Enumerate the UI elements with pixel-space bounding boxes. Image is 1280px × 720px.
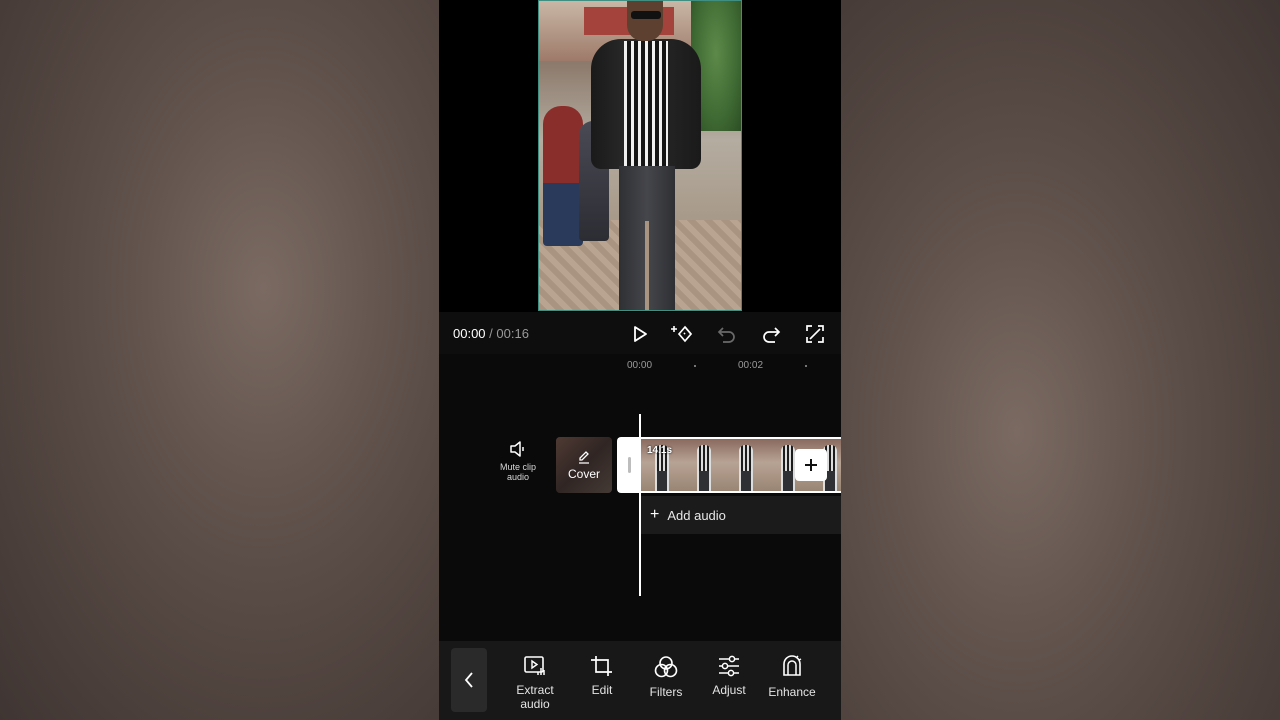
tool-edit[interactable]: Edit (567, 655, 637, 697)
clip-frame (683, 439, 725, 491)
filters-icon (654, 656, 678, 678)
ruler-tick-label: 00:02 (738, 360, 764, 371)
mute-clip-audio-label: Mute clip audio (499, 462, 536, 482)
tool-label: Filters (649, 685, 683, 699)
cover-button[interactable]: Cover (556, 437, 612, 493)
tool-label: Adjust (712, 683, 746, 697)
keyframe-button[interactable] (669, 320, 697, 348)
video-preview-area (439, 0, 841, 312)
chevron-left-icon (464, 672, 473, 688)
mute-clip-audio-button[interactable]: Mute clip audio (493, 440, 543, 482)
extract-audio-icon (524, 656, 545, 675)
redo-button[interactable] (757, 320, 785, 348)
tool-label: Extract audio (516, 683, 554, 711)
ruler-dot (805, 365, 807, 367)
current-time: 00:00 (453, 326, 486, 341)
total-time: 00:16 (496, 326, 529, 341)
timeline[interactable]: 00:00 00:02 Mute clip audio Cover 14.1s (439, 354, 841, 642)
plus-icon (805, 459, 817, 471)
time-display: 00:00 / 00:16 (453, 326, 529, 341)
keyframe-icon (671, 325, 693, 343)
time-separator: / (489, 326, 493, 341)
tool-label: Edit (591, 683, 613, 697)
ruler-tick-label: 00:00 (627, 360, 653, 371)
crop-icon (591, 656, 612, 676)
clip-duration: 14.1s (647, 445, 673, 456)
background-blur-right (841, 0, 1280, 720)
tool-enhance[interactable]: Enhance (757, 655, 827, 699)
enhance-icon (783, 655, 802, 676)
tool-extract-audio[interactable]: Extract audio (500, 655, 570, 711)
undo-button[interactable] (713, 320, 741, 348)
background-blur-left (0, 0, 439, 720)
add-clip-button[interactable] (795, 449, 827, 481)
phone-screen: 00:00 / 00:16 00:00 00:02 Mute clip audi… (439, 0, 841, 720)
video-preview[interactable] (538, 0, 742, 311)
plus-icon: + (650, 506, 660, 523)
play-icon (634, 326, 647, 342)
redo-icon (763, 327, 781, 343)
clip-trim-handle[interactable] (619, 439, 641, 491)
edit-pencil-icon (579, 451, 589, 464)
preview-subject (591, 1, 701, 310)
speaker-icon (510, 441, 524, 457)
cover-label: Cover (567, 467, 600, 481)
playback-controls: 00:00 / 00:16 (439, 312, 841, 354)
tool-adjust[interactable]: Adjust (694, 655, 764, 697)
tool-label: Enhance (768, 685, 816, 699)
bottom-toolbar: Extract audio Edit Filters Adjust Enhanc… (439, 641, 841, 720)
adjust-icon (719, 655, 739, 677)
tool-filters[interactable]: Filters (631, 655, 701, 699)
add-audio-label: Add audio (667, 507, 726, 523)
back-button[interactable] (451, 648, 487, 712)
undo-icon (717, 327, 735, 343)
playhead[interactable] (639, 414, 641, 596)
ruler-dot (694, 365, 696, 367)
fullscreen-button[interactable] (801, 320, 829, 348)
add-audio-button[interactable]: + Add audio (640, 496, 841, 534)
fullscreen-icon (806, 325, 824, 343)
play-button[interactable] (626, 320, 654, 348)
clip-frame (725, 439, 767, 491)
